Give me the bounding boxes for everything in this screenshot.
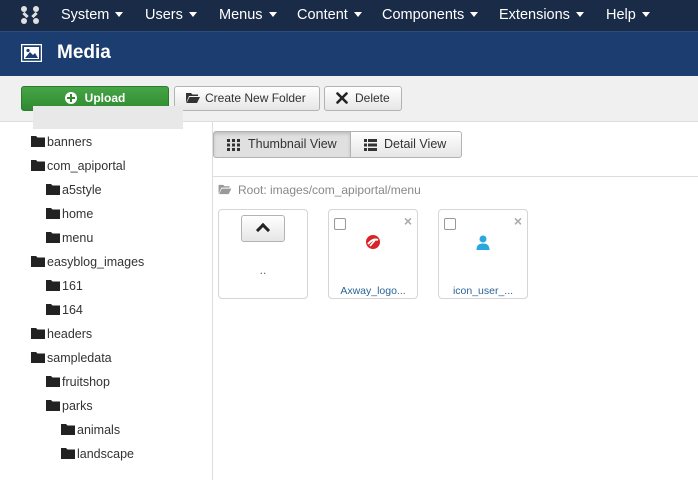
tree-item-label: banners <box>47 135 93 149</box>
select-checkbox[interactable] <box>444 218 456 230</box>
file-tile[interactable]: × icon_user_... <box>438 209 528 299</box>
tree-item-label: parks <box>62 399 93 413</box>
folder-icon <box>46 400 60 411</box>
delete-x-icon <box>336 92 348 104</box>
delete-file-icon[interactable]: × <box>404 214 412 228</box>
nav-content[interactable]: Content <box>297 0 362 31</box>
detail-view-label: Detail View <box>384 137 447 151</box>
tree-item-label: fruitshop <box>62 375 110 389</box>
tree-item-label: home <box>62 207 94 221</box>
nav-components[interactable]: Components <box>382 0 479 31</box>
top-navbar: System Users Menus Content Components Ex… <box>0 0 698 31</box>
tree-item-label: 164 <box>62 303 83 317</box>
folder-icon <box>46 304 60 315</box>
tree-item-label: easyblog_images <box>47 255 145 269</box>
tree-selected-highlight <box>33 106 183 129</box>
folder-icon <box>61 448 75 459</box>
folder-icon <box>46 208 60 219</box>
chevron-up-icon <box>255 222 271 238</box>
tree-item-label: 161 <box>62 279 83 293</box>
nav-system-label: System <box>61 7 110 23</box>
delete-button-label: Delete <box>355 91 390 105</box>
parent-folder-label: .. <box>259 263 267 277</box>
image-icon <box>21 44 42 62</box>
folder-open-icon <box>186 93 200 103</box>
caret-down-icon <box>575 11 584 17</box>
nav-help[interactable]: Help <box>606 0 650 31</box>
user-icon <box>476 235 490 250</box>
folder-icon <box>46 280 60 291</box>
tree-item-label: sampledata <box>47 351 112 365</box>
nav-help-label: Help <box>606 7 636 23</box>
breadcrumb-path: Root: images/com_apiportal/menu <box>238 183 421 197</box>
folder-icon <box>61 424 75 435</box>
nav-users[interactable]: Users <box>145 0 197 31</box>
nav-menus-label: Menus <box>219 7 263 23</box>
tree-item-label: menu <box>62 231 94 245</box>
thumbnail-view-label: Thumbnail View <box>248 137 337 151</box>
tree-item-label: a5style <box>62 183 102 197</box>
folder-open-icon <box>218 185 232 195</box>
folder-icon <box>31 328 45 339</box>
caret-down-icon <box>188 11 197 17</box>
nav-extensions[interactable]: Extensions <box>499 0 584 31</box>
file-name[interactable]: icon_user_... <box>439 285 527 297</box>
upload-button-label: Upload <box>84 91 126 105</box>
caret-down-icon <box>115 11 124 17</box>
file-name[interactable]: Axway_logo... <box>329 285 417 297</box>
tree-item-label: landscape <box>77 447 134 461</box>
parent-folder-tile[interactable]: .. <box>218 209 308 299</box>
nav-menus[interactable]: Menus <box>219 0 277 31</box>
folder-up-button[interactable] <box>241 215 285 242</box>
title-bar: Media <box>0 31 698 76</box>
breadcrumb: Root: images/com_apiportal/menu <box>218 183 421 197</box>
caret-down-icon <box>268 11 277 17</box>
nav-components-label: Components <box>382 7 465 23</box>
tree-item-label: com_apiportal <box>47 159 126 173</box>
grid-icon <box>227 139 240 151</box>
delete-button[interactable]: Delete <box>324 86 402 111</box>
axway-logo-icon <box>366 235 380 249</box>
nav-users-label: Users <box>145 7 183 23</box>
create-folder-button[interactable]: Create New Folder <box>174 86 320 111</box>
folder-icon <box>31 160 45 171</box>
file-tile[interactable]: × Axway_logo... <box>328 209 418 299</box>
folder-icon <box>31 352 45 363</box>
caret-down-icon <box>353 11 362 17</box>
tree-item-label: headers <box>47 327 93 341</box>
folder-icon <box>46 184 60 195</box>
tree-item-label: animals <box>77 423 121 437</box>
caret-down-icon <box>470 11 479 17</box>
divider <box>213 176 698 177</box>
joomla-logo-icon[interactable] <box>20 5 40 25</box>
nav-system[interactable]: System <box>61 0 124 31</box>
delete-file-icon[interactable]: × <box>514 214 522 228</box>
folder-icon <box>31 136 45 147</box>
folder-icon <box>46 376 60 387</box>
plus-circle-icon <box>64 92 77 104</box>
detail-view-button[interactable]: Detail View <box>350 131 462 158</box>
list-icon <box>364 139 377 151</box>
caret-down-icon <box>641 11 650 17</box>
folder-icon <box>46 232 60 243</box>
nav-extensions-label: Extensions <box>499 7 570 23</box>
page-title: Media <box>57 42 111 63</box>
select-checkbox[interactable] <box>334 218 346 230</box>
folder-icon <box>31 256 45 267</box>
create-folder-label: Create New Folder <box>205 91 306 105</box>
thumbnail-view-button[interactable]: Thumbnail View <box>213 131 351 158</box>
nav-content-label: Content <box>297 7 348 23</box>
